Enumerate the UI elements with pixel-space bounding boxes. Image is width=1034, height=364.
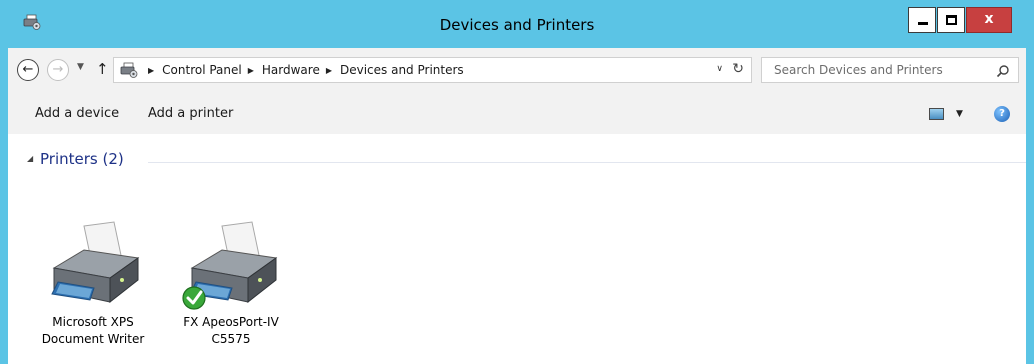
address-bar[interactable]: ▶ Control Panel ▶ Hardware ▶ Devices and… [113, 57, 752, 83]
refresh-icon[interactable]: ↻ [732, 61, 744, 77]
group-divider [148, 162, 1026, 163]
minimize-icon [918, 22, 928, 25]
breadcrumb-arrow-icon[interactable]: ▶ [326, 66, 332, 75]
breadcrumb-devices-and-printers[interactable]: Devices and Printers [340, 63, 464, 77]
navigation-bar: ← → ▼ ↑ ▶ Control Panel ▶ Hardware ▶ Dev… [8, 48, 1026, 93]
up-button[interactable]: ↑ [96, 60, 109, 78]
breadcrumb-arrow-icon[interactable]: ▶ [248, 66, 254, 75]
close-button[interactable]: x [966, 7, 1012, 33]
maximize-icon [946, 15, 957, 25]
view-options-dropdown[interactable]: ▼ [956, 109, 963, 119]
help-icon[interactable]: ? [994, 106, 1010, 122]
device-item[interactable]: Microsoft XPS Document Writer [33, 216, 153, 352]
device-label: FX ApeosPort-IV C5575 [183, 315, 279, 346]
group-header-printers[interactable]: ◢ Printers (2) [8, 144, 1026, 184]
printer-icon [182, 221, 278, 310]
printer-icon [51, 221, 140, 304]
window-title: Devices and Printers [439, 16, 595, 34]
forward-button[interactable]: → [47, 59, 69, 81]
device-item[interactable]: FX ApeosPort-IV C5575 [171, 216, 291, 352]
collapse-triangle-icon[interactable]: ◢ [27, 154, 33, 163]
search-placeholder: Search Devices and Printers [774, 63, 943, 77]
command-bar: Add a device Add a printer ▼ ? [8, 93, 1026, 134]
devices-and-printers-icon [120, 62, 138, 78]
search-input[interactable]: Search Devices and Printers [761, 57, 1019, 83]
window: Devices and Printers x ← → ▼ ↑ ▶ Control… [0, 0, 1034, 364]
search-icon[interactable] [996, 64, 1010, 78]
change-view-icon[interactable] [929, 108, 944, 120]
breadcrumb: ▶ Control Panel ▶ Hardware ▶ Devices and… [142, 63, 464, 77]
default-printer-check-icon [182, 286, 206, 310]
chevron-down-icon: ▼ [77, 62, 84, 72]
breadcrumb-hardware[interactable]: Hardware [262, 63, 320, 77]
recent-locations-dropdown[interactable]: ▼ [77, 62, 84, 72]
add-printer-button[interactable]: Add a printer [148, 106, 233, 121]
address-dropdown-icon[interactable]: ∨ [716, 64, 723, 74]
close-icon: x [984, 11, 994, 27]
device-label: Microsoft XPS Document Writer [41, 315, 145, 346]
group-title: Printers (2) [40, 150, 124, 168]
breadcrumb-control-panel[interactable]: Control Panel [162, 63, 242, 77]
back-arrow-icon: ← [22, 62, 34, 77]
content-area: ← → ▼ ↑ ▶ Control Panel ▶ Hardware ▶ Dev… [8, 48, 1026, 364]
up-arrow-icon: ↑ [96, 60, 109, 78]
minimize-button[interactable] [908, 7, 936, 33]
maximize-button[interactable] [937, 7, 965, 33]
forward-arrow-icon: → [52, 62, 64, 77]
add-device-button[interactable]: Add a device [35, 106, 119, 121]
breadcrumb-arrow-icon[interactable]: ▶ [148, 66, 154, 75]
title-bar[interactable]: Devices and Printers x [0, 0, 1034, 48]
back-button[interactable]: ← [17, 59, 39, 81]
